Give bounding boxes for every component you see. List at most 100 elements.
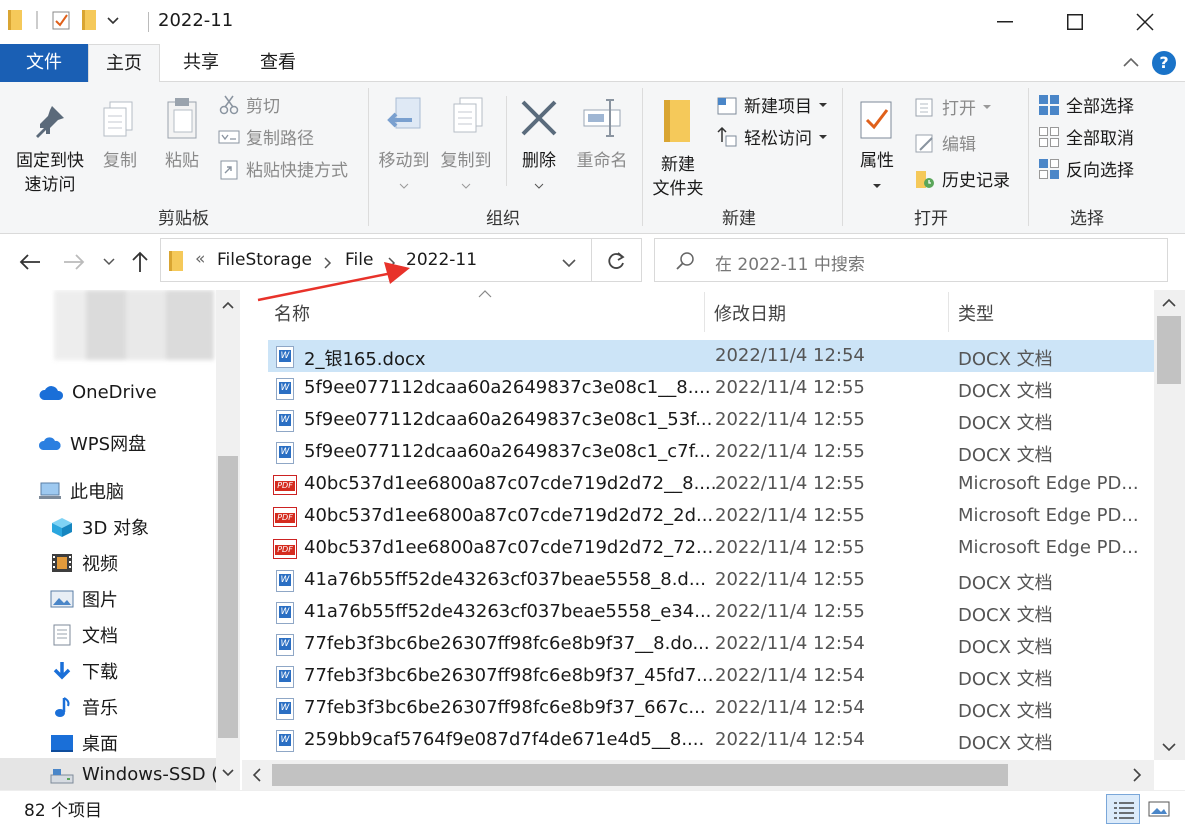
large-icons-view-button[interactable] [1144, 794, 1174, 824]
table-row[interactable]: 40bc537d1ee6800a87c07cde719d2d72_72...20… [268, 532, 1154, 564]
column-header-date[interactable]: 修改日期 [714, 300, 786, 326]
customize-dropdown-icon[interactable] [106, 13, 120, 27]
nav-item-3d-objects[interactable]: 3D 对象 [50, 514, 149, 540]
scroll-down-icon[interactable] [1162, 742, 1176, 752]
help-icon[interactable]: ? [1152, 51, 1176, 75]
table-row[interactable]: 40bc537d1ee6800a87c07cde719d2d72_2d...20… [268, 500, 1154, 532]
nav-scroll-thumb[interactable] [218, 456, 238, 738]
film-icon [52, 554, 72, 572]
back-arrow-icon[interactable] [18, 252, 42, 272]
breadcrumb-current[interactable]: 2022-11 [406, 250, 477, 270]
nav-scrollbar[interactable] [216, 290, 240, 790]
nav-item-documents[interactable]: 文档 [50, 622, 118, 648]
minimize-button[interactable] [970, 0, 1040, 44]
scroll-up-icon[interactable] [1162, 298, 1176, 308]
tab-view[interactable]: 查看 [242, 44, 314, 82]
invert-selection-button[interactable]: 反向选择 [1038, 156, 1134, 181]
file-list-vertical-scrollbar[interactable] [1154, 290, 1185, 760]
table-row[interactable]: 2_银165.docx 2022/11/4 12:54 DOCX 文档 [268, 340, 1154, 372]
refresh-button[interactable] [592, 238, 642, 282]
pin-quick-access-button[interactable]: 固定到快 速访问 [12, 102, 88, 197]
cut-button[interactable]: 剪切 [218, 92, 280, 117]
nav-item-pictures[interactable]: 图片 [50, 586, 118, 612]
group-divider [842, 88, 843, 226]
scroll-up-icon[interactable] [222, 300, 234, 310]
column-header-name[interactable]: 名称 [274, 300, 310, 326]
file-list-horizontal-scrollbar[interactable] [242, 760, 1154, 790]
table-row[interactable]: 5f9ee077112dcaa60a2649837c3e08c1__8....2… [268, 372, 1154, 404]
table-row[interactable]: 41a76b55ff52de43263cf037beae5558_8.d... 2… [268, 564, 1154, 596]
search-box[interactable]: 在 2022-11 中搜索 [654, 238, 1168, 282]
breadcrumb-file[interactable]: File [345, 250, 373, 270]
select-none-button[interactable]: 全部取消 [1038, 124, 1134, 149]
recent-locations-chevron-icon[interactable] [102, 256, 116, 268]
nav-item-wps[interactable]: WPS网盘 [38, 430, 146, 456]
tab-home[interactable]: 主页 [88, 44, 160, 83]
scroll-down-icon[interactable] [222, 768, 234, 778]
collapse-ribbon-icon[interactable] [1122, 56, 1140, 68]
close-button[interactable] [1110, 0, 1180, 44]
copy-to-button[interactable]: 复制到 [436, 96, 496, 197]
table-row[interactable]: 5f9ee077112dcaa60a2649837c3e08c1_53f...2… [268, 404, 1154, 436]
table-row[interactable]: 77feb3f3bc6be26307ff98fc6e8b9f37_667c...… [268, 692, 1154, 724]
details-view-button[interactable] [1106, 794, 1140, 824]
overflow-crumb[interactable]: « [195, 249, 205, 269]
delete-button[interactable]: 删除 [514, 96, 564, 197]
scroll-left-icon[interactable] [252, 768, 262, 782]
table-row[interactable]: 259bb9caf5764f9e087d7f4de671e4d5__8.... 2… [268, 724, 1154, 756]
word-file-icon [276, 410, 294, 432]
properties-button[interactable]: 属性 [852, 96, 902, 197]
breadcrumb-separator-icon[interactable] [323, 257, 333, 269]
select-all-button[interactable]: 全部选择 [1038, 92, 1134, 117]
table-row[interactable]: 40bc537d1ee6800a87c07cde719d2d72__8....2… [268, 468, 1154, 500]
copy-path-button[interactable]: 复制路径 [218, 124, 314, 149]
nav-item-this-pc[interactable]: 此电脑 [38, 478, 124, 504]
address-dropdown-icon[interactable] [561, 257, 577, 269]
move-to-button[interactable]: 移动到 [374, 96, 434, 197]
blurred-quick-access-item[interactable] [54, 290, 214, 360]
up-arrow-icon[interactable] [130, 250, 150, 274]
tab-share[interactable]: 共享 [166, 44, 236, 82]
new-item-button[interactable]: 新建项目 [716, 92, 828, 117]
modified-date: 2022/11/4 12:54 [715, 345, 865, 366]
history-button[interactable]: 历史记录 [914, 166, 1010, 191]
rename-button[interactable]: 重命名 [570, 96, 634, 173]
address-bar[interactable]: « FileStorage File 2022-11 [160, 238, 592, 282]
open-group-label: 打开 [914, 209, 948, 229]
move-to-dropdown-icon [399, 183, 409, 189]
forward-arrow-icon[interactable] [62, 252, 86, 272]
table-row[interactable]: 5f9ee077112dcaa60a2649837c3e08c1_c7f...2… [268, 436, 1154, 468]
nav-item-videos[interactable]: 视频 [50, 550, 118, 576]
table-row[interactable]: 77feb3f3bc6be26307ff98fc6e8b9f37__8.do..… [268, 628, 1154, 660]
column-divider[interactable] [704, 292, 705, 332]
scroll-right-icon[interactable] [1132, 768, 1142, 782]
breadcrumb-filestorage[interactable]: FileStorage [217, 250, 312, 270]
table-row[interactable]: 41a76b55ff52de43263cf037beae5558_e34...2… [268, 596, 1154, 628]
column-header-type[interactable]: 类型 [958, 300, 994, 326]
pin-label-1: 固定到快 [16, 151, 84, 171]
open-button[interactable]: 打开 [914, 94, 992, 119]
horizontal-scroll-thumb[interactable] [272, 764, 1008, 786]
nav-item-onedrive[interactable]: OneDrive [38, 382, 157, 403]
tab-file[interactable]: 文件 [0, 44, 88, 82]
breadcrumb-separator-icon[interactable] [387, 257, 397, 269]
open-label: 打开 [942, 99, 976, 119]
nav-item-drive[interactable]: Windows-SSD (C [50, 764, 231, 785]
nav-item-music[interactable]: 音乐 [50, 694, 118, 720]
properties-icon[interactable] [52, 9, 72, 31]
paste-shortcut-button[interactable]: 粘贴快捷方式 [218, 156, 348, 181]
paste-button[interactable]: 粘贴 [156, 96, 208, 173]
nav-item-desktop[interactable]: 桌面 [50, 730, 118, 756]
maximize-button[interactable] [1040, 0, 1110, 44]
new-folder-button[interactable]: 新建 文件夹 [648, 96, 708, 201]
maximize-icon [1067, 14, 1083, 30]
nav-item-downloads[interactable]: 下载 [50, 658, 118, 684]
easy-access-button[interactable]: 轻松访问 [716, 124, 828, 149]
column-divider[interactable] [948, 292, 949, 332]
vertical-scroll-thumb[interactable] [1157, 316, 1181, 384]
copy-button[interactable]: 复制 [96, 96, 144, 173]
edit-button[interactable]: 编辑 [914, 130, 976, 155]
clipboard-group-label: 剪贴板 [158, 209, 209, 229]
table-row[interactable]: 77feb3f3bc6be26307ff98fc6e8b9f37_45fd7..… [268, 660, 1154, 692]
new-folder-icon[interactable] [82, 10, 96, 30]
